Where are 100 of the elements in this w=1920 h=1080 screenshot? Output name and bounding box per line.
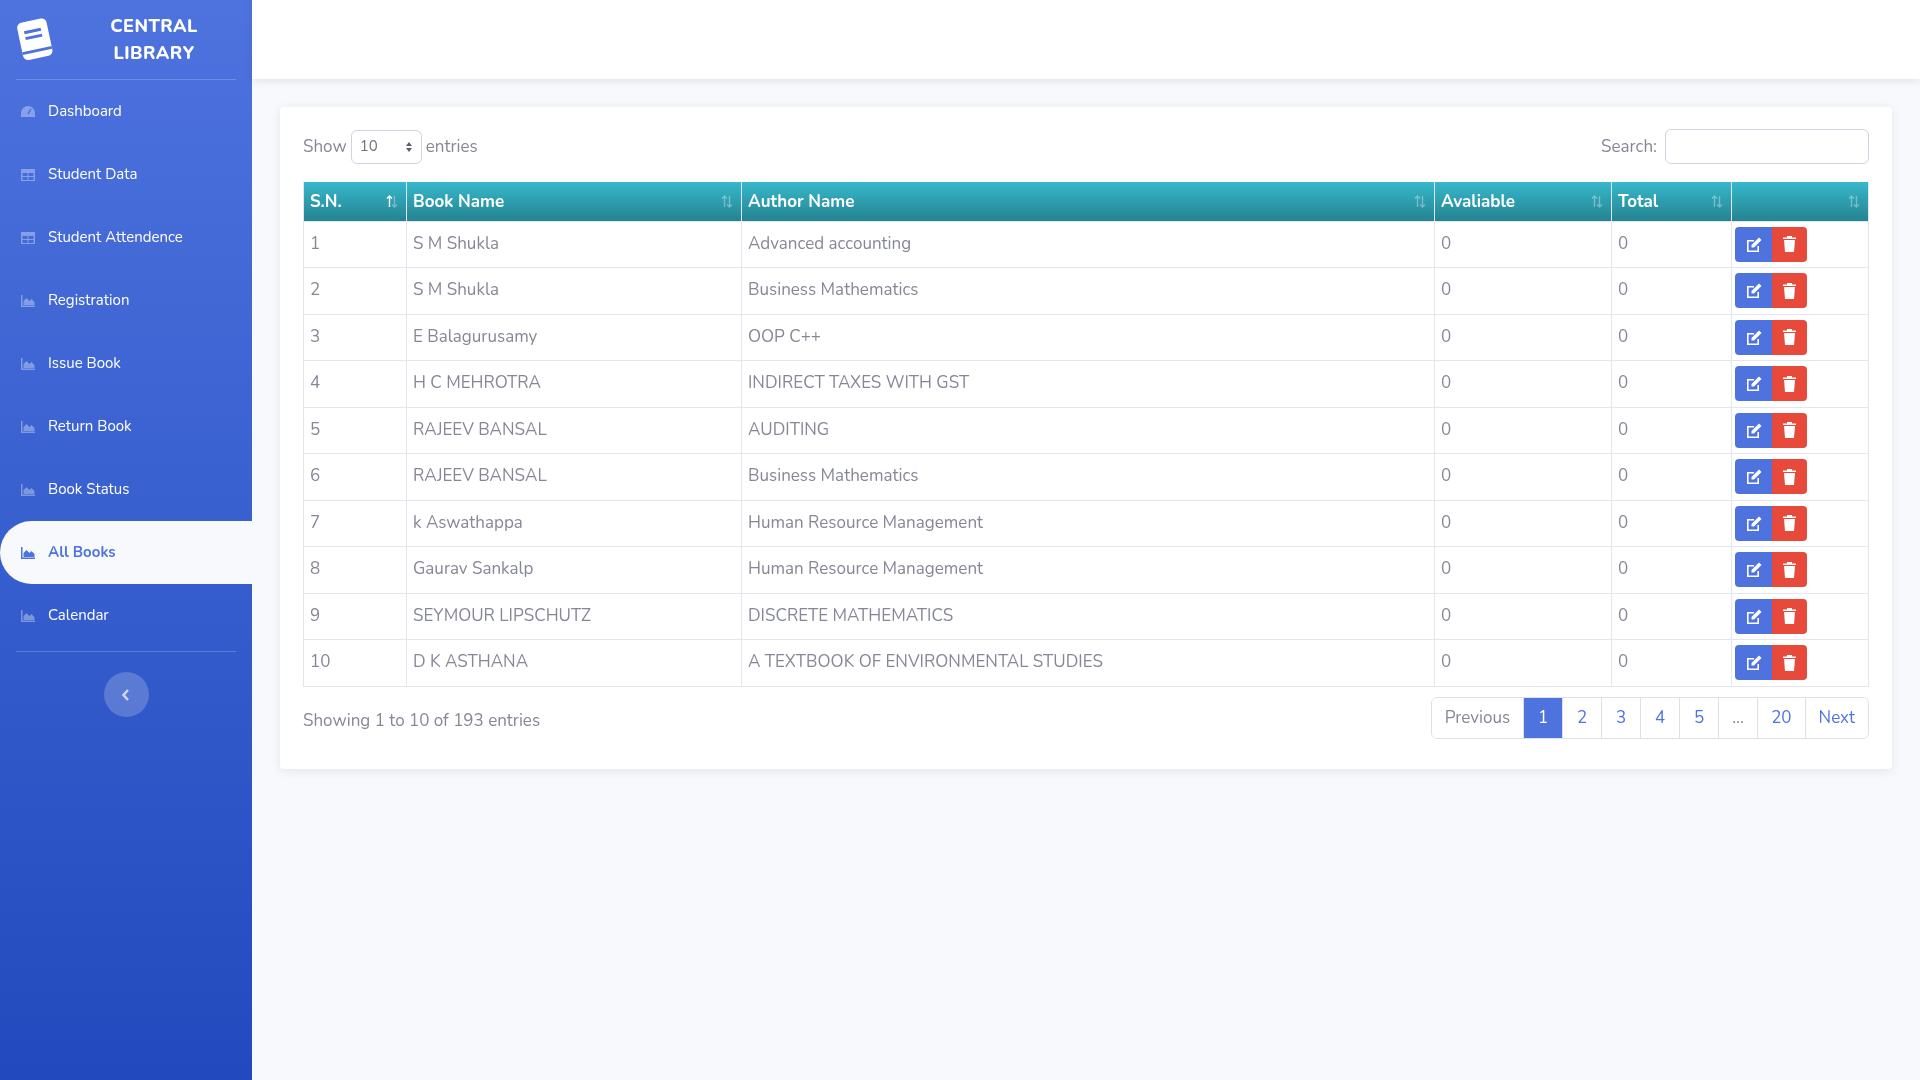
edit-button[interactable] [1735, 505, 1772, 541]
sidebar-item[interactable]: All Books [0, 521, 252, 584]
brand-title: CENTRAL LIBRARY [109, 12, 199, 67]
area-chart-icon [20, 356, 36, 371]
delete-button[interactable] [1772, 226, 1807, 262]
table-cell: 0 [1611, 639, 1732, 686]
trash-icon [1783, 608, 1796, 624]
trash-icon [1783, 236, 1796, 252]
sidebar-item[interactable]: Student Attendence [0, 206, 252, 269]
table-cell: 0 [1434, 639, 1612, 686]
sidebar-item[interactable]: Registration [0, 269, 252, 332]
edit-icon [1745, 329, 1762, 345]
table-cell: Business Mathematics [741, 267, 1435, 314]
sidebar-item[interactable]: Student Data [0, 143, 252, 206]
page-size-select[interactable]: 10 [350, 129, 422, 164]
pagination-link[interactable]: Next [1804, 697, 1868, 738]
area-chart-icon [20, 482, 36, 497]
column-header[interactable]: Author Name [741, 182, 1435, 221]
edit-button[interactable] [1735, 552, 1772, 587]
table-cell: RAJEEV BANSAL [406, 453, 742, 500]
table-cell: INDIRECT TAXES WITH GST [741, 360, 1435, 407]
table-cell: 8 [303, 546, 407, 593]
table-icon [20, 230, 36, 245]
table-cell: 4 [303, 360, 407, 407]
table-cell: 0 [1611, 360, 1732, 407]
table-cell: 0 [1434, 221, 1612, 268]
edit-icon [1745, 469, 1762, 484]
edit-icon [1745, 376, 1762, 391]
delete-button[interactable] [1772, 645, 1807, 680]
delete-button[interactable] [1772, 505, 1807, 541]
table-cell: 10 [303, 639, 407, 686]
table-cell: RAJEEV BANSAL [406, 407, 742, 454]
table-cell: S M Shukla [406, 221, 742, 268]
column-header[interactable]: S.N. [303, 182, 407, 221]
select-arrows-icon [404, 140, 413, 153]
table-cell: 0 [1611, 267, 1732, 314]
edit-button[interactable] [1735, 226, 1772, 262]
trash-icon [1783, 561, 1796, 578]
sidebar-item[interactable]: Issue Book [0, 332, 252, 395]
table-cell: 0 [1434, 453, 1612, 500]
table-cell: 0 [1434, 360, 1612, 407]
edit-button[interactable] [1735, 459, 1772, 494]
column-header[interactable]: Book Name [406, 182, 742, 221]
table-cell: Advanced accounting [741, 221, 1435, 268]
delete-button[interactable] [1772, 459, 1807, 494]
edit-icon [1745, 422, 1762, 438]
search-field[interactable] [1665, 129, 1869, 164]
table-cell: 0 [1434, 407, 1612, 454]
table-icon [20, 167, 36, 182]
edit-icon [1745, 608, 1762, 624]
search-label: Search: [1601, 133, 1657, 160]
table-cell: 0 [1611, 593, 1732, 640]
table-cell: 0 [1434, 593, 1612, 640]
edit-button[interactable] [1735, 645, 1772, 680]
delete-button[interactable] [1772, 552, 1807, 587]
edit-icon [1745, 515, 1762, 531]
table-cell: 0 [1434, 546, 1612, 593]
table-cell: 7 [303, 500, 407, 547]
table-cell: 1 [303, 221, 407, 268]
table-cell: Gaurav Sankalp [406, 546, 742, 593]
table-cell: 0 [1611, 221, 1732, 268]
pagination-link[interactable]: 1 [1523, 697, 1563, 738]
table-cell: 0 [1611, 546, 1732, 593]
trash-icon [1783, 422, 1796, 438]
edit-button[interactable] [1735, 273, 1772, 308]
sidebar-item[interactable]: Calendar [0, 584, 252, 647]
sidebar-item[interactable]: Dashboard [0, 80, 252, 143]
column-header[interactable]: Total [1611, 182, 1732, 221]
column-header[interactable]: Avaliable [1434, 182, 1612, 221]
delete-button[interactable] [1772, 366, 1807, 401]
table-cell: Human Resource Management [741, 500, 1435, 547]
edit-button[interactable] [1735, 598, 1772, 634]
edit-icon [1745, 562, 1762, 577]
area-chart-icon [20, 545, 36, 560]
edit-button[interactable] [1735, 366, 1772, 401]
table-cell: 0 [1434, 267, 1612, 314]
delete-button[interactable] [1772, 273, 1807, 308]
delete-button[interactable] [1772, 598, 1807, 634]
table-cell: SEYMOUR LIPSCHUTZ [406, 593, 742, 640]
sidebar-item[interactable]: Return Book [0, 395, 252, 458]
table-cell: 3 [303, 314, 407, 361]
table-cell: 0 [1611, 500, 1732, 547]
table-cell: 0 [1611, 453, 1732, 500]
area-chart-icon [20, 293, 36, 308]
table-cell: 6 [303, 453, 407, 500]
edit-button[interactable] [1735, 412, 1772, 448]
gauge-icon [20, 104, 36, 119]
table-cell: D K ASTHANA [406, 639, 742, 686]
delete-button[interactable] [1772, 319, 1807, 355]
table-cell: 0 [1611, 407, 1732, 454]
edit-icon [1745, 236, 1762, 252]
table-cell: A TEXTBOOK OF ENVIRONMENTAL STUDIES [741, 639, 1435, 686]
column-header[interactable] [1731, 182, 1869, 221]
table-cell: S M Shukla [406, 267, 742, 314]
sidebar-item[interactable]: Book Status [0, 458, 252, 521]
table-cell: E Balagurusamy [406, 314, 742, 361]
trash-icon [1783, 329, 1796, 345]
trash-icon [1783, 375, 1796, 392]
edit-button[interactable] [1735, 319, 1772, 355]
delete-button[interactable] [1772, 412, 1807, 448]
